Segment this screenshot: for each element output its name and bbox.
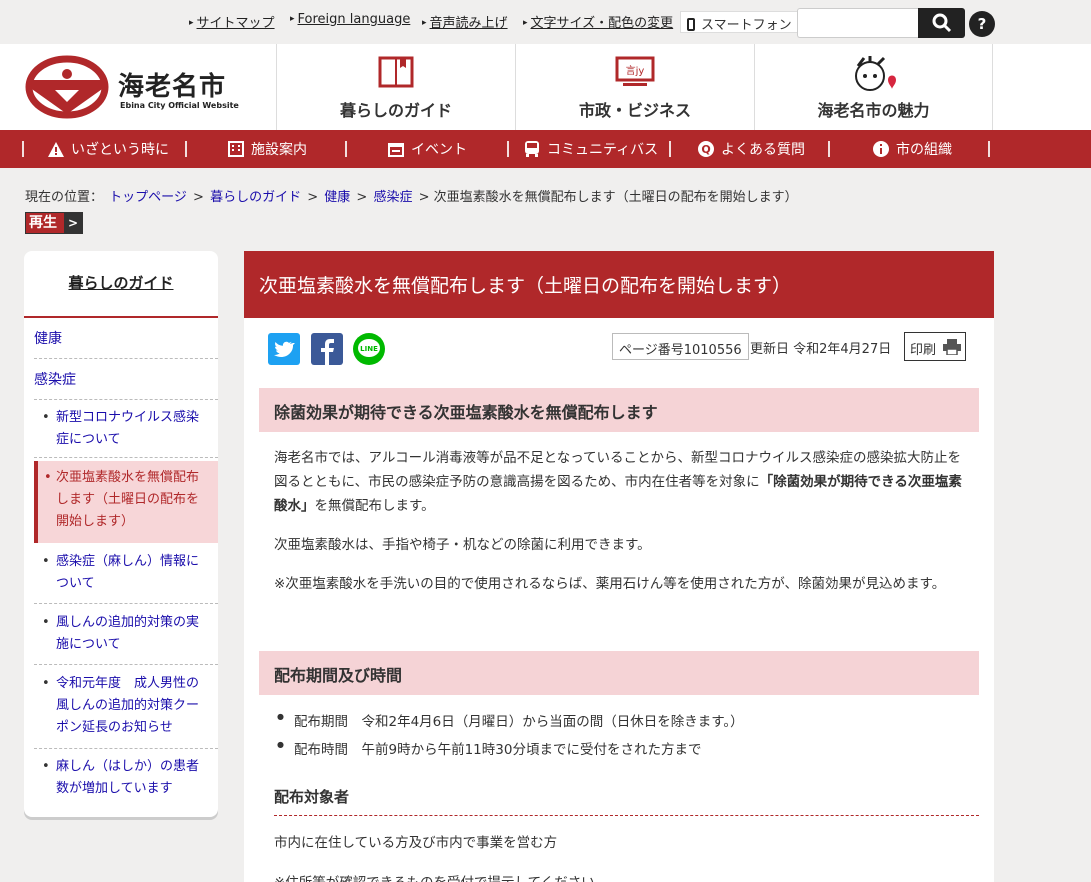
- sidebar: 暮らしのガイド 健康 感染症 新型コロナウイルス感染症について 次亜塩素酸水を無…: [24, 251, 218, 817]
- play-button[interactable]: 再生 >: [25, 212, 83, 234]
- target-paragraph: 市内に在住している方及び市内で事業を営む方: [274, 835, 558, 851]
- bus-icon: [525, 141, 539, 157]
- page-number: ページ番号1010556: [612, 333, 749, 360]
- nav-divider: [345, 141, 347, 157]
- search-icon: [932, 13, 952, 33]
- nav-facilities[interactable]: 施設案内: [228, 139, 307, 159]
- breadcrumb-living-guide[interactable]: 暮らしのガイド: [210, 190, 301, 205]
- updated-date: 更新日 令和2年4月27日: [750, 342, 892, 357]
- divider: [34, 748, 218, 749]
- nav-divider: [828, 141, 830, 157]
- divider: [34, 358, 218, 359]
- line-share-button[interactable]: LINE: [353, 333, 385, 365]
- sidebar-item-covid[interactable]: 新型コロナウイルス感染症について: [34, 407, 218, 451]
- breadcrumb-current: 次亜塩素酸水を無償配布します（土曜日の配布を開始します）: [433, 190, 798, 205]
- nav-divider: [22, 141, 24, 157]
- twitter-share-button[interactable]: [268, 333, 300, 365]
- site-header: 海老名市 Ebina City Official Website 暮らしのガイド…: [0, 44, 1091, 130]
- divider: [34, 457, 218, 458]
- building-icon: [228, 141, 244, 157]
- nav-faq[interactable]: Q よくある質問: [698, 139, 805, 159]
- sidebar-item-rubella-coupon[interactable]: 令和元年度 成人男性の風しんの追加的対策クーポン延長のお知らせ: [34, 673, 218, 739]
- sidebar-item-measles-info[interactable]: 感染症（麻しん）情報について: [34, 551, 218, 595]
- search-button[interactable]: [918, 8, 965, 38]
- sidebar-title[interactable]: 暮らしのガイド: [24, 251, 218, 318]
- id-note-paragraph: ※住所等が確認できるものを受付で提示してください。: [274, 871, 964, 882]
- list-item-period: 配布期間 令和2年4月6日（月曜日）から当面の間（日休日を除きます。）: [277, 710, 744, 730]
- sidebar-item-measles-increase[interactable]: 麻しん（はしか）の患者数が増加しています: [34, 756, 218, 800]
- line-icon: LINE: [358, 339, 380, 357]
- breadcrumb-top[interactable]: トップページ: [109, 190, 187, 205]
- section-heading-target: 配布対象者: [274, 786, 979, 816]
- voice-reading-link[interactable]: 音声読み上げ: [422, 12, 508, 31]
- divider: [34, 664, 218, 665]
- twitter-icon: [274, 341, 295, 358]
- nav-city-charm[interactable]: 海老名市の魅力: [754, 44, 993, 130]
- quick-nav-bar: いざという時に 施設案内 イベント コミュニティバス Q よくある質問 市の組織: [0, 130, 1091, 168]
- play-arrow-icon: >: [64, 213, 82, 233]
- question-icon: Q: [698, 141, 714, 157]
- note-paragraph: ※次亜塩素酸水を手洗いの目的で使用されるならば、薬用石けん等を使用された方が、除…: [274, 576, 946, 592]
- nav-divider: [507, 141, 509, 157]
- print-button[interactable]: 印刷: [904, 332, 966, 361]
- section-heading-period: 配布期間及び時間: [259, 651, 979, 695]
- nav-events[interactable]: イベント: [388, 139, 467, 159]
- nav-divider: [669, 141, 671, 157]
- monitor-icon: 言jy: [615, 56, 655, 86]
- divider: [34, 399, 218, 400]
- nav-divider: [185, 141, 187, 157]
- sidebar-category-health[interactable]: 健康: [34, 328, 218, 348]
- nav-organization[interactable]: 市の組織: [873, 139, 952, 159]
- calendar-icon: [388, 143, 404, 157]
- printer-icon: [943, 339, 961, 355]
- breadcrumb-infection[interactable]: 感染症: [373, 190, 412, 205]
- breadcrumb-health[interactable]: 健康: [324, 190, 350, 205]
- search-input[interactable]: [797, 8, 919, 38]
- usage-paragraph: 次亜塩素酸水は、手指や椅子・机などの除菌に利用できます。: [274, 537, 651, 553]
- city-emblem-icon: [25, 55, 109, 119]
- nav-divider: [988, 141, 990, 157]
- site-logo[interactable]: 海老名市 Ebina City Official Website: [25, 54, 275, 120]
- smartphone-button[interactable]: スマートフォン: [680, 11, 799, 33]
- nav-community-bus[interactable]: コミュニティバス: [524, 139, 658, 159]
- nav-living-guide[interactable]: 暮らしのガイド: [276, 44, 515, 130]
- sidebar-item-current[interactable]: 次亜塩素酸水を無償配布します（土曜日の配布を開始します）: [34, 461, 218, 543]
- sitemap-link[interactable]: サイトマップ: [189, 12, 275, 31]
- smartphone-icon: [687, 18, 695, 31]
- facebook-icon: [321, 339, 334, 365]
- svg-text:Q: Q: [701, 143, 710, 156]
- page-title: 次亜塩素酸水を無償配布します（土曜日の配布を開始します）: [244, 251, 994, 318]
- warning-icon: [48, 142, 64, 157]
- list-item-time: 配布時間 午前9時から午前11時30分頃までに受付をされた方まで: [277, 738, 701, 758]
- logo-subtitle: Ebina City Official Website: [120, 101, 239, 110]
- facebook-share-button[interactable]: [311, 333, 343, 365]
- svg-text:LINE: LINE: [360, 345, 378, 353]
- sidebar-item-rubella[interactable]: 風しんの追加的対策の実施について: [34, 612, 218, 656]
- breadcrumb: 現在の位置： トップページ > 暮らしのガイド > 健康 > 感染症 > 次亜塩…: [25, 190, 798, 205]
- mascot-icon: [854, 56, 896, 91]
- section-heading-distribution: 除菌効果が期待できる次亜塩素酸水を無償配布します: [259, 388, 979, 432]
- divider: [34, 603, 218, 604]
- foreign-language-link[interactable]: Foreign language: [290, 12, 411, 27]
- logo-name: 海老名市: [118, 72, 227, 102]
- main-content: 次亜塩素酸水を無償配布します（土曜日の配布を開始します） LINE ページ番号1…: [244, 251, 994, 882]
- nav-city-business[interactable]: 言jy 市政・ビジネス: [515, 44, 754, 130]
- sidebar-category-infection[interactable]: 感染症: [34, 369, 218, 389]
- intro-paragraph: 海老名市では、アルコール消毒液等が品不足となっていることから、新型コロナウイルス…: [274, 450, 962, 514]
- nav-emergency[interactable]: いざという時に: [48, 139, 169, 159]
- help-button[interactable]: ?: [969, 11, 995, 37]
- utility-bar: サイトマップ Foreign language 音声読み上げ 文字サイズ・配色の…: [0, 0, 1091, 44]
- book-icon: [378, 56, 414, 88]
- info-icon: [873, 141, 889, 157]
- svg-text:言jy: 言jy: [626, 64, 645, 77]
- text-size-link[interactable]: 文字サイズ・配色の変更: [523, 12, 674, 31]
